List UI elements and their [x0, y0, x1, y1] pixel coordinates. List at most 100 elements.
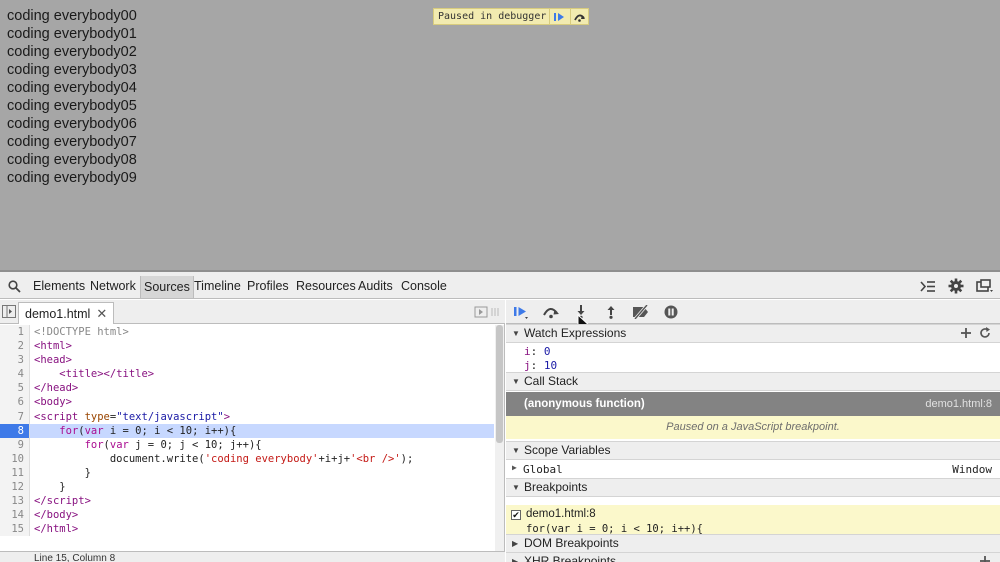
code-line[interactable]: 11 } [0, 465, 494, 481]
code-text: <title></title> [59, 368, 155, 381]
xhr-breakpoints-title: XHR Breakpoints [524, 554, 617, 562]
line-number[interactable]: 11 [0, 465, 30, 481]
code-line[interactable]: 2 <html> [0, 339, 494, 354]
show-console-icon[interactable] [920, 280, 936, 298]
expanded-triangle-icon: ▼ [512, 377, 520, 386]
line-number[interactable]: 10 [0, 451, 30, 466]
file-tab-bar: demo1.html ✕ [0, 300, 505, 324]
expanded-triangle-icon: ▼ [512, 329, 520, 338]
code-line[interactable]: 7 <script type="text/javascript"> [0, 409, 494, 424]
line-number[interactable]: 2 [0, 339, 30, 354]
pause-on-exceptions-button[interactable] [662, 304, 680, 320]
resume-icon[interactable] [549, 9, 567, 24]
code-text: <body> [34, 396, 72, 409]
code-line[interactable]: 8 for(var i = 0; i < 10; i++){ [0, 423, 494, 438]
file-tab-label: demo1.html [25, 306, 91, 321]
step-over-icon[interactable] [570, 9, 588, 24]
tab-resources[interactable]: Resources [296, 278, 356, 295]
dock-icon[interactable] [976, 279, 994, 298]
tab-console[interactable]: Console [401, 278, 447, 295]
watch-item[interactable]: i: 0 [524, 345, 994, 358]
line-number[interactable]: 13 [0, 494, 30, 509]
code-line[interactable]: 15 </html> [0, 522, 494, 537]
colon-separator: : [530, 345, 544, 358]
tab-sources[interactable]: Sources [140, 276, 194, 298]
watch-expressions-title: Watch Expressions [524, 326, 627, 340]
deactivate-breakpoints-button[interactable] [632, 304, 650, 320]
add-watch-icon[interactable] [960, 327, 972, 344]
step-out-button[interactable] [602, 304, 620, 320]
line-number[interactable]: 1 [0, 325, 30, 340]
line-number[interactable]: 6 [0, 395, 30, 410]
dom-breakpoints-title: DOM Breakpoints [524, 536, 619, 550]
line-number[interactable]: 8 [0, 423, 30, 438]
code-line[interactable]: 6 <body> [0, 395, 494, 410]
call-frame-name: (anonymous function) [524, 398, 645, 410]
line-number[interactable]: 3 [0, 353, 30, 368]
call-stack-header[interactable]: ▼ Call Stack [506, 372, 1000, 391]
code-line[interactable]: 10 document.write('coding everybody'+i+j… [0, 451, 494, 466]
step-over-button[interactable] [542, 304, 560, 320]
code-text: <!DOCTYPE html> [34, 326, 129, 338]
collapsed-triangle-icon: ▶ [512, 539, 519, 548]
dom-breakpoints-header[interactable]: ▶ DOM Breakpoints [506, 534, 1000, 553]
xhr-breakpoints-header[interactable]: ▶ XHR Breakpoints [506, 552, 1000, 562]
close-icon[interactable]: ✕ [96, 304, 107, 324]
code-line[interactable]: 5 </head> [0, 381, 494, 396]
call-stack-title: Call Stack [524, 374, 579, 388]
scrollbar-thumb[interactable] [496, 325, 503, 443]
add-xhr-breakpoint-icon[interactable] [979, 555, 991, 562]
search-icon[interactable] [8, 280, 21, 293]
tab-audits[interactable]: Audits [358, 278, 393, 295]
tab-network[interactable]: Network [90, 278, 136, 295]
code-editor[interactable]: 1 <!DOCTYPE html> 2 <html> 3 <head> 4 <title><… [0, 325, 494, 551]
expanded-triangle-icon: ▼ [512, 446, 520, 455]
scope-variables-header[interactable]: ▼ Scope Variables [506, 441, 1000, 460]
tab-timeline[interactable]: Timeline [194, 278, 241, 295]
code-line[interactable]: 4 <title></title> [0, 367, 494, 382]
code-line[interactable]: 14 </body> [0, 508, 494, 523]
line-number[interactable]: 7 [0, 409, 30, 424]
scope-global-value: Window [952, 463, 992, 476]
code-line[interactable]: 13 </script> [0, 494, 494, 509]
toggle-debugger-icon[interactable] [474, 305, 500, 323]
sources-editor-pane: demo1.html ✕ 1 <!DOCTYPE html> 2 <html> 3 <he… [0, 300, 505, 562]
paused-message: Paused on a JavaScript breakpoint. [506, 416, 1000, 439]
collapsed-triangle-icon: ▶ [512, 463, 517, 472]
code-line[interactable]: 1 <!DOCTYPE html> [0, 325, 494, 340]
call-frame-selected[interactable]: (anonymous function) demo1.html:8 [506, 392, 1000, 416]
code-text: </script> [34, 495, 91, 508]
tab-elements[interactable]: Elements [33, 278, 85, 295]
code-text: for(var i = 0; i < 10; i++){ [59, 424, 237, 437]
line-number[interactable]: 5 [0, 381, 30, 396]
tab-profiles[interactable]: Profiles [247, 278, 289, 295]
resume-button[interactable] [512, 304, 530, 320]
output-line: coding everybody06 [7, 116, 137, 132]
editor-scrollbar[interactable] [495, 325, 504, 555]
breakpoint-checkbox[interactable]: ✔ [511, 510, 521, 520]
debugger-sidebar: ▼ Watch Expressions i: 0 j: 10 ▼ Call St… [506, 300, 1000, 562]
code-line[interactable]: 12 } [0, 480, 494, 495]
call-frame-location[interactable]: demo1.html:8 [925, 392, 992, 416]
output-line: coding everybody00 [7, 8, 137, 24]
navigator-toggle-icon[interactable] [2, 305, 16, 318]
refresh-icon[interactable] [979, 327, 991, 344]
output-line: coding everybody07 [7, 134, 137, 150]
line-number[interactable]: 14 [0, 508, 30, 523]
line-number[interactable]: 4 [0, 367, 30, 382]
scope-global-label: Global [523, 463, 563, 476]
line-number[interactable]: 9 [0, 437, 30, 452]
file-tab-demo1[interactable]: demo1.html ✕ [18, 302, 115, 324]
breakpoints-header[interactable]: ▼ Breakpoints [506, 478, 1000, 497]
code-line[interactable]: 3 <head> [0, 353, 494, 368]
watch-expressions-header[interactable]: ▼ Watch Expressions [506, 324, 1000, 343]
line-number[interactable]: 15 [0, 522, 30, 537]
code-text: </head> [34, 382, 79, 395]
line-number[interactable]: 12 [0, 480, 30, 495]
output-line: coding everybody02 [7, 44, 137, 60]
gear-icon[interactable] [948, 278, 964, 299]
watch-item[interactable]: j: 10 [524, 359, 994, 372]
output-line: coding everybody04 [7, 80, 137, 96]
code-line[interactable]: 9 for(var j = 0; j < 10; j++){ [0, 437, 494, 452]
scope-global-row[interactable]: ▶ Global Window [506, 463, 1000, 477]
